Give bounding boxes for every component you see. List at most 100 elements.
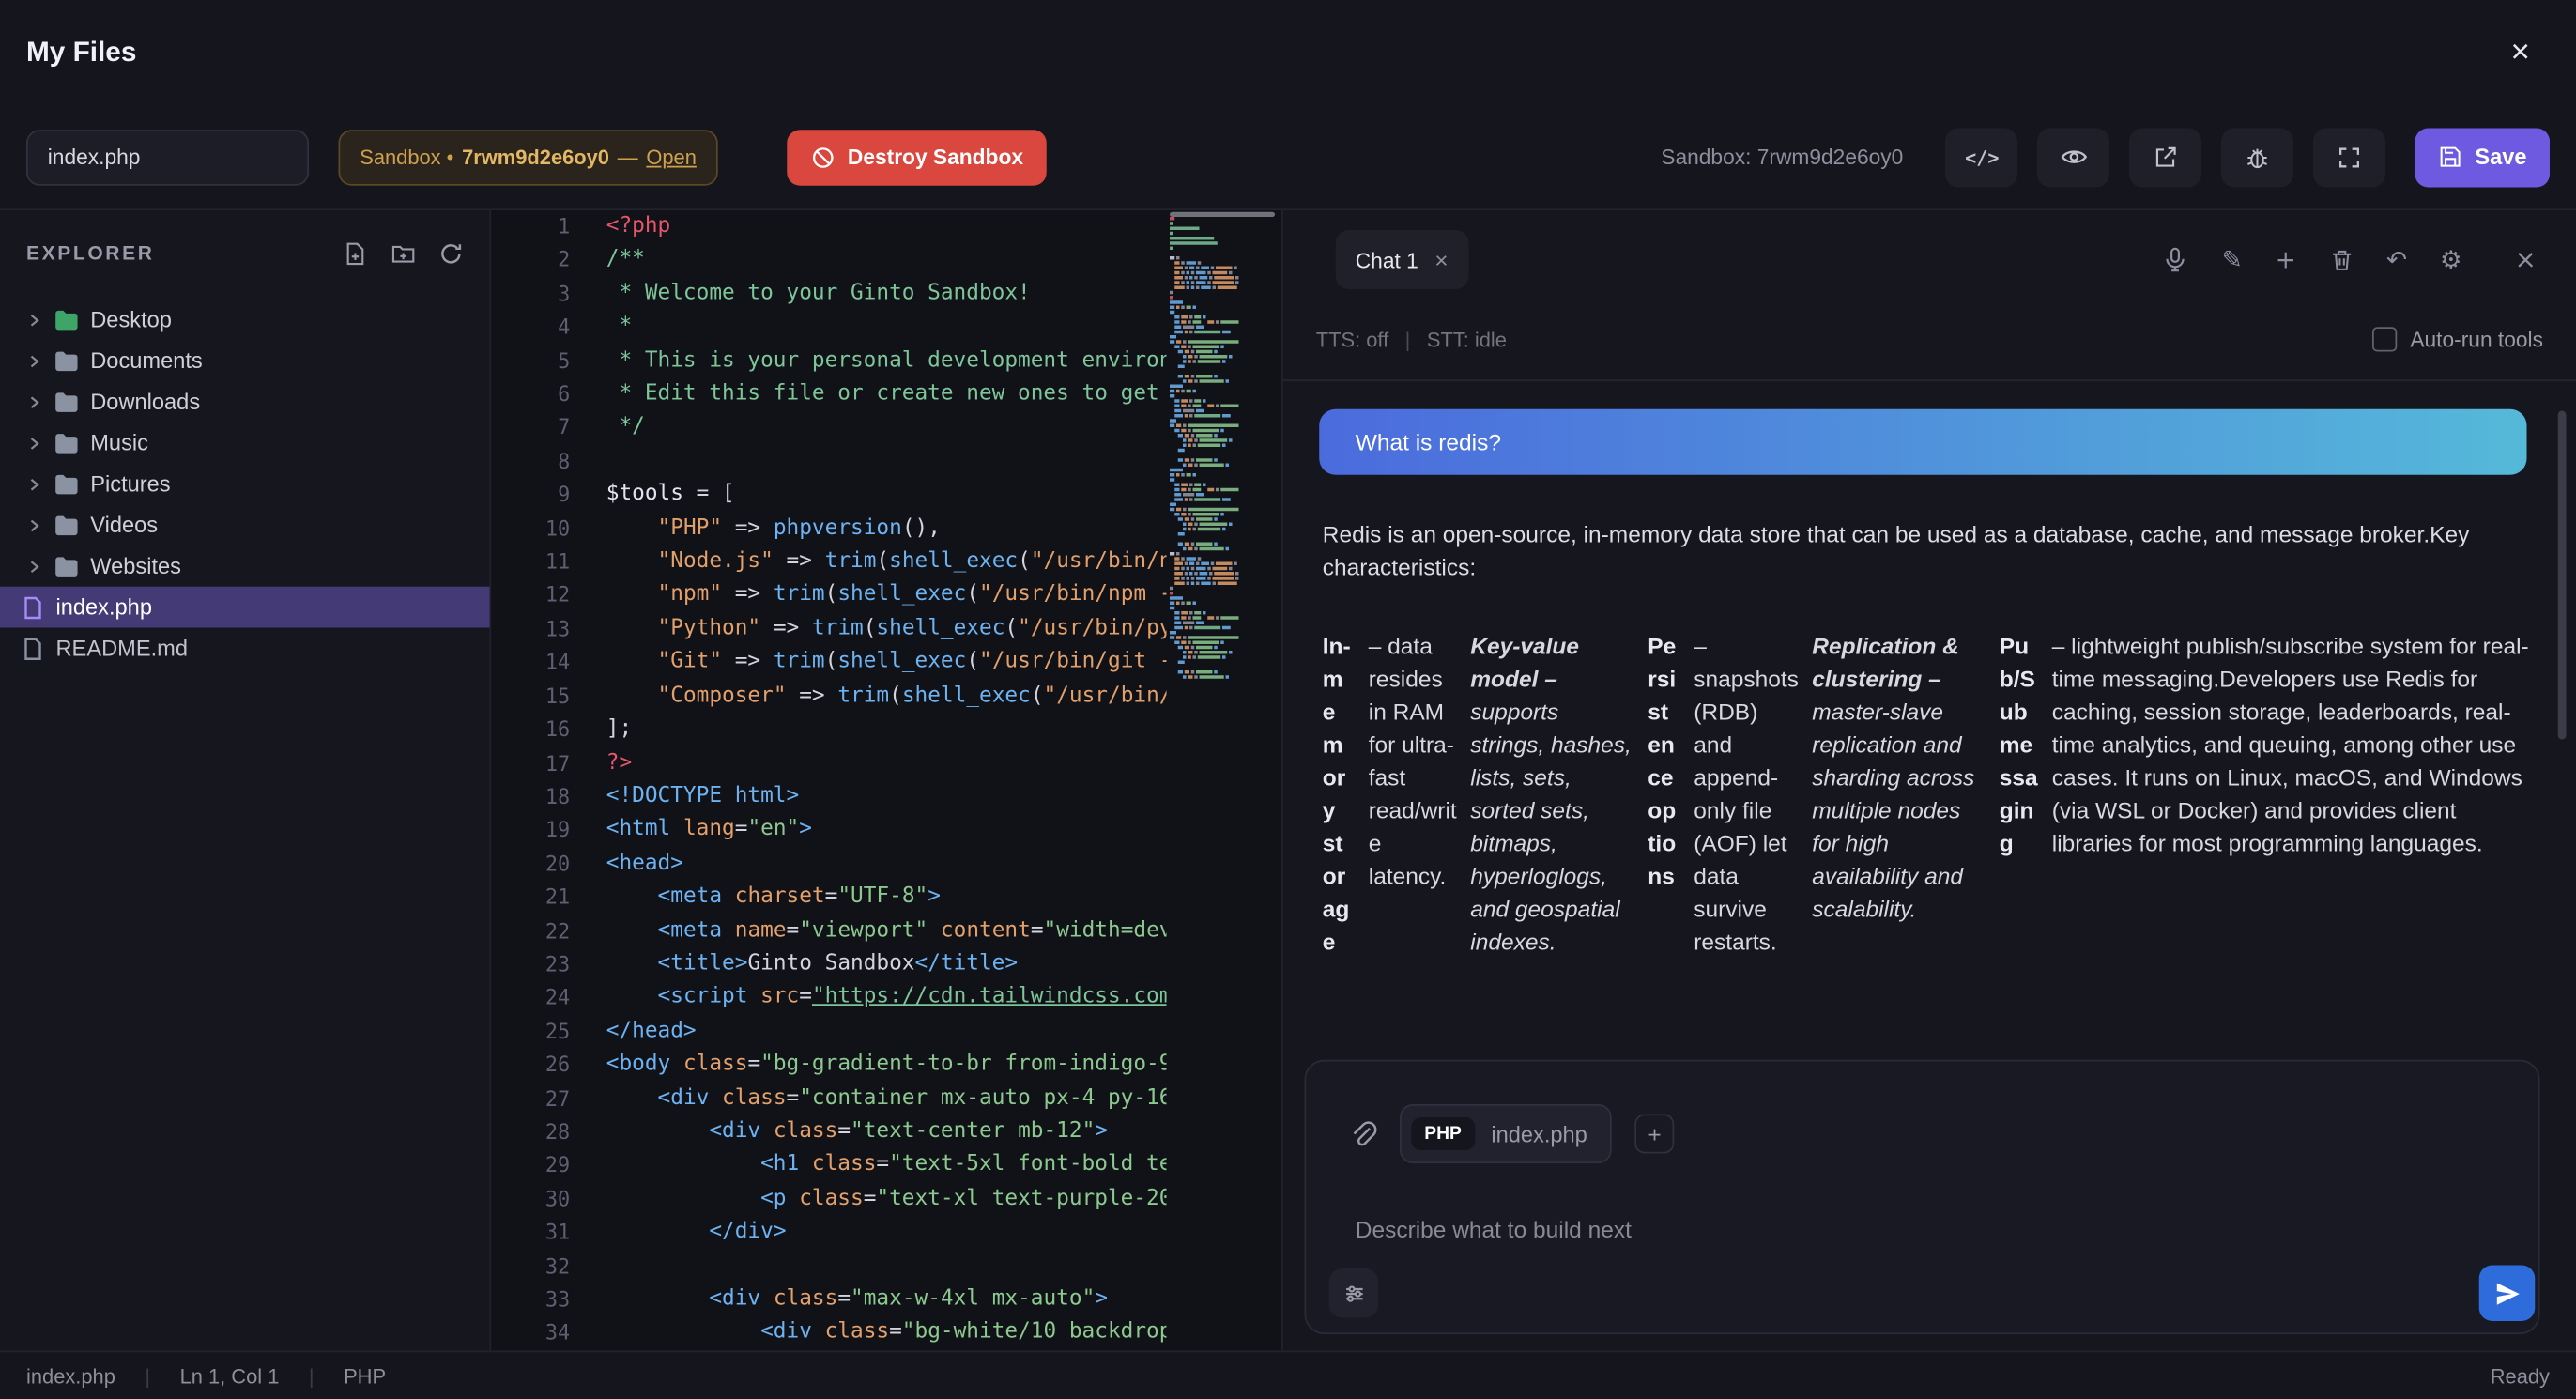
sidebar-folder-documents[interactable]: Documents — [0, 340, 490, 381]
folder-icon — [54, 556, 79, 577]
file-item-readme-md[interactable]: README.md — [0, 628, 490, 669]
new-folder-button[interactable] — [391, 240, 416, 265]
attached-file-chip[interactable]: PHP index.php — [1400, 1104, 1612, 1163]
code-line: 31 </div> — [491, 1216, 1166, 1250]
minimap-line — [1170, 572, 1239, 576]
delete-chat-button[interactable] — [2329, 247, 2354, 271]
destroy-sandbox-button[interactable]: Destroy Sandbox — [787, 129, 1046, 185]
editor-scrollbar[interactable] — [1170, 212, 1275, 217]
refresh-button[interactable] — [438, 240, 463, 265]
destroy-label: Destroy Sandbox — [848, 145, 1023, 169]
code-area: 1<?php2/**3 * Welcome to your Ginto Sand… — [491, 210, 1166, 1351]
sandbox-dash: — — [618, 146, 638, 169]
filename-input[interactable] — [26, 129, 309, 185]
line-number: 9 — [491, 479, 570, 513]
minimap-line — [1170, 256, 1239, 260]
assistant-table-col: Key-value model – supports strings, hash… — [1470, 629, 1634, 958]
tools-button[interactable] — [1329, 1268, 1379, 1318]
preview-button[interactable] — [2038, 128, 2110, 187]
sidebar-folder-music[interactable]: Music — [0, 423, 490, 464]
minimap-line — [1170, 394, 1239, 398]
minimap-line — [1170, 355, 1239, 359]
stt-status: STT: idle — [1427, 328, 1507, 351]
folder-icon — [54, 432, 79, 454]
sidebar-folder-websites[interactable]: Websites — [0, 546, 490, 587]
chat-input-box: PHP index.php + — [1305, 1060, 2540, 1334]
close-chat-tab-icon[interactable]: × — [1434, 247, 1448, 273]
minimap[interactable] — [1170, 217, 1239, 681]
debug-button[interactable] — [2222, 128, 2294, 187]
file-item-index-php[interactable]: index.php — [0, 587, 490, 628]
code-line: 12 "npm" => trim(shell_exec("/usr/bin/np… — [491, 579, 1166, 613]
fullscreen-button[interactable] — [2314, 128, 2386, 187]
folder-name: Videos — [90, 513, 158, 537]
open-sandbox-link[interactable]: Open — [646, 146, 697, 169]
code-line: 1<?php — [491, 210, 1166, 244]
minimap-line — [1170, 267, 1239, 270]
sidebar-folder-desktop[interactable]: Desktop — [0, 300, 490, 341]
chat-tab[interactable]: Chat 1 × — [1336, 230, 1468, 289]
minimap-line — [1170, 365, 1239, 369]
close-panel-button[interactable]: × — [2515, 247, 2537, 273]
minimap-line — [1170, 552, 1239, 556]
code-line: 27 <div class="container mx-auto px-4 py… — [491, 1082, 1166, 1115]
gear-icon: ⚙ — [2440, 247, 2462, 271]
minimap-line — [1170, 320, 1239, 324]
auto-run-checkbox[interactable] — [2372, 327, 2397, 351]
minimap-line — [1170, 340, 1239, 344]
minimap-line — [1170, 237, 1239, 240]
minimap-line — [1170, 414, 1239, 418]
trash-icon — [2329, 247, 2354, 271]
minimap-line — [1170, 335, 1239, 339]
save-label: Save — [2475, 145, 2526, 169]
settings-gear-button[interactable]: ⚙ — [2440, 247, 2462, 271]
open-external-button[interactable] — [2130, 128, 2202, 187]
close-icon[interactable]: × — [2507, 33, 2533, 72]
line-number: 25 — [491, 1015, 570, 1049]
code-line: 32 — [491, 1250, 1166, 1284]
sidebar-folder-downloads[interactable]: Downloads — [0, 381, 490, 423]
minimap-line — [1170, 503, 1239, 507]
minimap-line — [1170, 557, 1239, 561]
add-attachment-button[interactable]: + — [1635, 1115, 1675, 1154]
attachment-paperclip-icon[interactable] — [1349, 1120, 1377, 1148]
minimap-line — [1170, 484, 1239, 487]
line-number: 33 — [491, 1284, 570, 1317]
prompt-input[interactable] — [1352, 1213, 2440, 1269]
code-line: 15 "Composer" => trim(shell_exec("/usr/b… — [491, 680, 1166, 714]
code-line: 5 * This is your personal development en… — [491, 345, 1166, 378]
auto-run-toggle[interactable]: Auto-run tools — [2372, 327, 2543, 351]
code-editor[interactable]: 1<?php2/**3 * Welcome to your Ginto Sand… — [491, 210, 1281, 1351]
line-number: 2 — [491, 244, 570, 278]
minimap-line — [1170, 419, 1239, 423]
save-button[interactable]: Save — [2415, 128, 2550, 187]
chevron-right-icon — [26, 516, 43, 533]
code-line: 23 <title>Ginto Sandbox</title> — [491, 948, 1166, 982]
code-view-button[interactable]: </> — [1946, 128, 2018, 187]
minimap-line — [1170, 567, 1239, 571]
minimap-line — [1170, 670, 1239, 674]
sidebar-folder-videos[interactable]: Videos — [0, 504, 490, 546]
undo-button[interactable]: ↶ — [2386, 247, 2407, 271]
chat-scrollbar[interactable] — [2558, 411, 2567, 740]
minimap-line — [1170, 508, 1239, 512]
new-chat-button[interactable]: + — [2276, 247, 2296, 271]
separator: | — [145, 1364, 150, 1388]
send-button[interactable] — [2479, 1266, 2536, 1322]
new-file-button[interactable] — [344, 240, 368, 265]
minimap-line — [1170, 227, 1239, 231]
minimap-line — [1170, 622, 1239, 625]
edit-pen-button[interactable]: ✎ — [2222, 247, 2243, 271]
minimap-line — [1170, 592, 1239, 595]
bug-icon — [2245, 144, 2271, 170]
file-name: index.php — [56, 595, 152, 620]
minimap-line — [1170, 473, 1239, 477]
line-number: 24 — [491, 981, 570, 1015]
sidebar-folder-pictures[interactable]: Pictures — [0, 464, 490, 505]
line-number: 30 — [491, 1183, 570, 1217]
line-number: 31 — [491, 1216, 570, 1250]
sandbox-prefix: Sandbox • — [360, 146, 453, 169]
voice-input-button[interactable] — [2163, 247, 2189, 273]
minimap-line — [1170, 315, 1239, 319]
chat-messages[interactable]: What is redis? Redis is an open-source, … — [1283, 381, 2576, 1047]
